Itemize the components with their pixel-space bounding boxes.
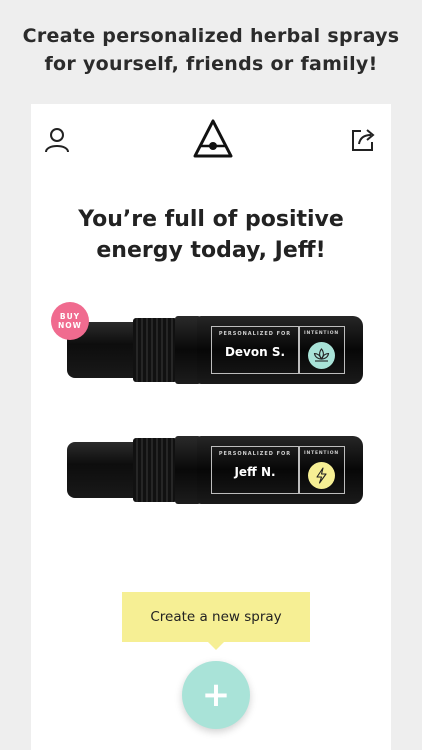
bottle-body: PERSONALIZED FOR Devon S. INTENTION xyxy=(197,316,363,384)
title-line-1: You’re full of positive xyxy=(78,207,344,232)
recipient-name: Jeff N. xyxy=(234,465,276,479)
spray-bottle-devon[interactable]: PERSONALIZED FOR Devon S. INTENTION xyxy=(67,316,363,384)
title-line-2: energy today, Jeff! xyxy=(96,238,326,263)
promo-line-2: for yourself, friends or family! xyxy=(44,53,378,75)
promo-text: Create personalized herbal sprays for yo… xyxy=(0,22,422,78)
spray-bottle-jeff[interactable]: PERSONALIZED FOR Jeff N. INTENTION xyxy=(67,436,363,504)
add-spray-button[interactable]: + xyxy=(182,661,250,729)
buy-label: BUY xyxy=(59,312,81,321)
user-icon[interactable] xyxy=(43,126,71,154)
bottle-cap xyxy=(133,318,177,382)
bottle-label: PERSONALIZED FOR Devon S. INTENTION xyxy=(211,326,345,374)
intention-label: INTENTION xyxy=(304,331,339,336)
app-screen: You’re full of positive energy today, Je… xyxy=(31,104,391,750)
lotus-icon xyxy=(308,342,335,369)
bottle-body: PERSONALIZED FOR Jeff N. INTENTION xyxy=(197,436,363,504)
bottle-nozzle xyxy=(67,442,139,498)
bottle-label: PERSONALIZED FOR Jeff N. INTENTION xyxy=(211,446,345,494)
personalized-for-label: PERSONALIZED FOR xyxy=(218,331,292,337)
promo-line-1: Create personalized herbal sprays xyxy=(22,25,400,47)
plus-icon: + xyxy=(201,675,231,715)
buy-now-badge[interactable]: BUY NOW xyxy=(51,302,89,340)
bottle-cap xyxy=(133,438,177,502)
page-title: You’re full of positive energy today, Je… xyxy=(31,204,391,266)
lightning-icon xyxy=(308,462,335,489)
tooltip-text: Create a new spray xyxy=(150,609,282,625)
create-spray-tooltip: Create a new spray xyxy=(122,592,310,650)
share-icon[interactable] xyxy=(349,126,377,154)
intention-label: INTENTION xyxy=(304,451,339,456)
tooltip-tail xyxy=(208,642,224,650)
now-label: NOW xyxy=(58,321,82,330)
recipient-name: Devon S. xyxy=(224,345,286,359)
personalized-for-label: PERSONALIZED FOR xyxy=(218,451,292,457)
triangle-eye-logo[interactable] xyxy=(192,118,234,160)
